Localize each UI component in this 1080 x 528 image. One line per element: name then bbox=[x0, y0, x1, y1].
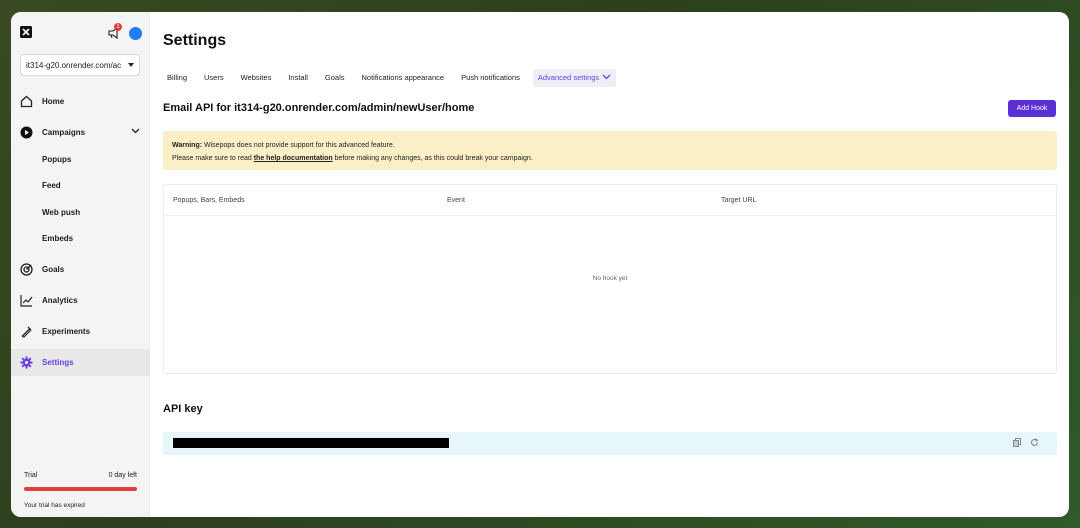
trial-progress-bar bbox=[24, 487, 137, 491]
warning-strong: Warning: bbox=[172, 142, 203, 149]
website-select-value: it314-g20.onrender.com/ac bbox=[26, 61, 122, 70]
sidebar: 1 it314-g20.onrender.com/ac Home Campaig… bbox=[11, 12, 150, 517]
api-key-redacted[interactable] bbox=[173, 438, 449, 448]
column-header: Target URL bbox=[721, 197, 757, 204]
main-content: Settings Billing Users Websites Install … bbox=[150, 12, 1069, 517]
trial-label: Trial bbox=[24, 472, 38, 479]
warning-text-post: before making any changes, as this could… bbox=[332, 155, 533, 162]
tab-billing[interactable]: Billing bbox=[163, 69, 191, 87]
sidebar-header: 1 bbox=[20, 23, 142, 42]
sidebar-item-label: Embeds bbox=[42, 234, 74, 243]
play-circle-icon bbox=[20, 126, 33, 139]
sidebar-item-experiments[interactable]: Experiments bbox=[11, 318, 150, 345]
add-hook-button[interactable]: Add Hook bbox=[1008, 100, 1056, 117]
sidebar-item-popups[interactable]: Popups bbox=[11, 146, 150, 173]
sidebar-item-analytics[interactable]: Analytics bbox=[11, 287, 150, 314]
sidebar-item-goals[interactable]: Goals bbox=[11, 256, 150, 283]
trial-days-left: 0 day left bbox=[108, 472, 137, 479]
sidebar-item-label: Experiments bbox=[42, 327, 91, 336]
home-icon bbox=[20, 95, 33, 108]
trial-panel: Trial 0 day left Your trial has expired bbox=[24, 472, 137, 509]
settings-tabs: Billing Users Websites Install Goals Not… bbox=[163, 69, 625, 87]
email-api-title: Email API for it314-g20.onrender.com/adm… bbox=[163, 102, 475, 114]
logo-icon[interactable] bbox=[20, 26, 32, 38]
tab-label: Advanced settings bbox=[537, 73, 600, 82]
tab-users[interactable]: Users bbox=[200, 69, 228, 87]
gear-icon bbox=[20, 356, 33, 369]
sidebar-item-feed[interactable]: Feed bbox=[11, 172, 150, 199]
notification-badge: 1 bbox=[114, 23, 122, 31]
warning-line-2: Please make sure to read the help docume… bbox=[172, 152, 1048, 165]
warning-text: Wisepops does not provide support for th… bbox=[202, 142, 395, 149]
page-title: Settings bbox=[163, 32, 227, 49]
chevron-down-icon bbox=[602, 74, 611, 80]
tab-notifications-appearance[interactable]: Notifications appearance bbox=[358, 69, 449, 87]
tab-advanced-settings[interactable]: Advanced settings bbox=[532, 69, 617, 87]
sidebar-item-label: Analytics bbox=[42, 296, 78, 305]
sidebar-item-label: Feed bbox=[42, 181, 61, 190]
sidebar-item-web-push[interactable]: Web push bbox=[11, 199, 150, 226]
chart-line-icon bbox=[20, 295, 33, 307]
tab-push-notifications[interactable]: Push notifications bbox=[457, 69, 524, 87]
sidebar-item-label: Popups bbox=[42, 155, 72, 164]
warning-text-pre: Please make sure to read bbox=[172, 155, 254, 162]
sidebar-item-embeds[interactable]: Embeds bbox=[11, 225, 150, 252]
table-header: Popups, Bars, Embeds Event Target URL bbox=[164, 185, 1056, 216]
sidebar-item-home[interactable]: Home bbox=[11, 88, 150, 115]
help-documentation-link[interactable]: the help documentation bbox=[254, 155, 333, 162]
sidebar-item-label: Home bbox=[42, 97, 65, 106]
app-window: 1 it314-g20.onrender.com/ac Home Campaig… bbox=[11, 12, 1069, 517]
tab-goals[interactable]: Goals bbox=[321, 69, 349, 87]
avatar[interactable] bbox=[129, 27, 142, 40]
warning-line-1: Warning: Wisepops does not provide suppo… bbox=[172, 139, 1048, 152]
chevron-down-icon[interactable] bbox=[131, 128, 140, 134]
column-header: Popups, Bars, Embeds bbox=[173, 197, 245, 204]
sidebar-item-campaigns[interactable]: Campaigns bbox=[11, 119, 150, 146]
sidebar-item-label: Campaigns bbox=[42, 128, 86, 137]
sidebar-item-label: Settings bbox=[42, 358, 74, 367]
tab-websites[interactable]: Websites bbox=[237, 69, 276, 87]
flask-icon bbox=[21, 326, 32, 338]
tab-install[interactable]: Install bbox=[284, 69, 312, 87]
refresh-icon[interactable] bbox=[1030, 438, 1039, 447]
sidebar-item-settings[interactable]: Settings bbox=[11, 349, 150, 376]
target-icon bbox=[20, 263, 33, 276]
copy-icon[interactable] bbox=[1013, 438, 1021, 447]
trial-expired-text: Your trial has expired bbox=[24, 502, 85, 509]
api-key-title: API key bbox=[163, 403, 203, 415]
website-select[interactable]: it314-g20.onrender.com/ac bbox=[20, 54, 140, 76]
caret-down-icon bbox=[128, 63, 134, 67]
column-header: Event bbox=[447, 197, 465, 204]
empty-state-text: No hook yet bbox=[592, 275, 628, 282]
sidebar-item-label: Web push bbox=[42, 208, 81, 217]
api-key-row bbox=[163, 432, 1057, 455]
sidebar-item-label: Goals bbox=[42, 265, 65, 274]
hooks-table: Popups, Bars, Embeds Event Target URL No… bbox=[163, 184, 1057, 374]
warning-banner: Warning: Wisepops does not provide suppo… bbox=[163, 131, 1057, 170]
